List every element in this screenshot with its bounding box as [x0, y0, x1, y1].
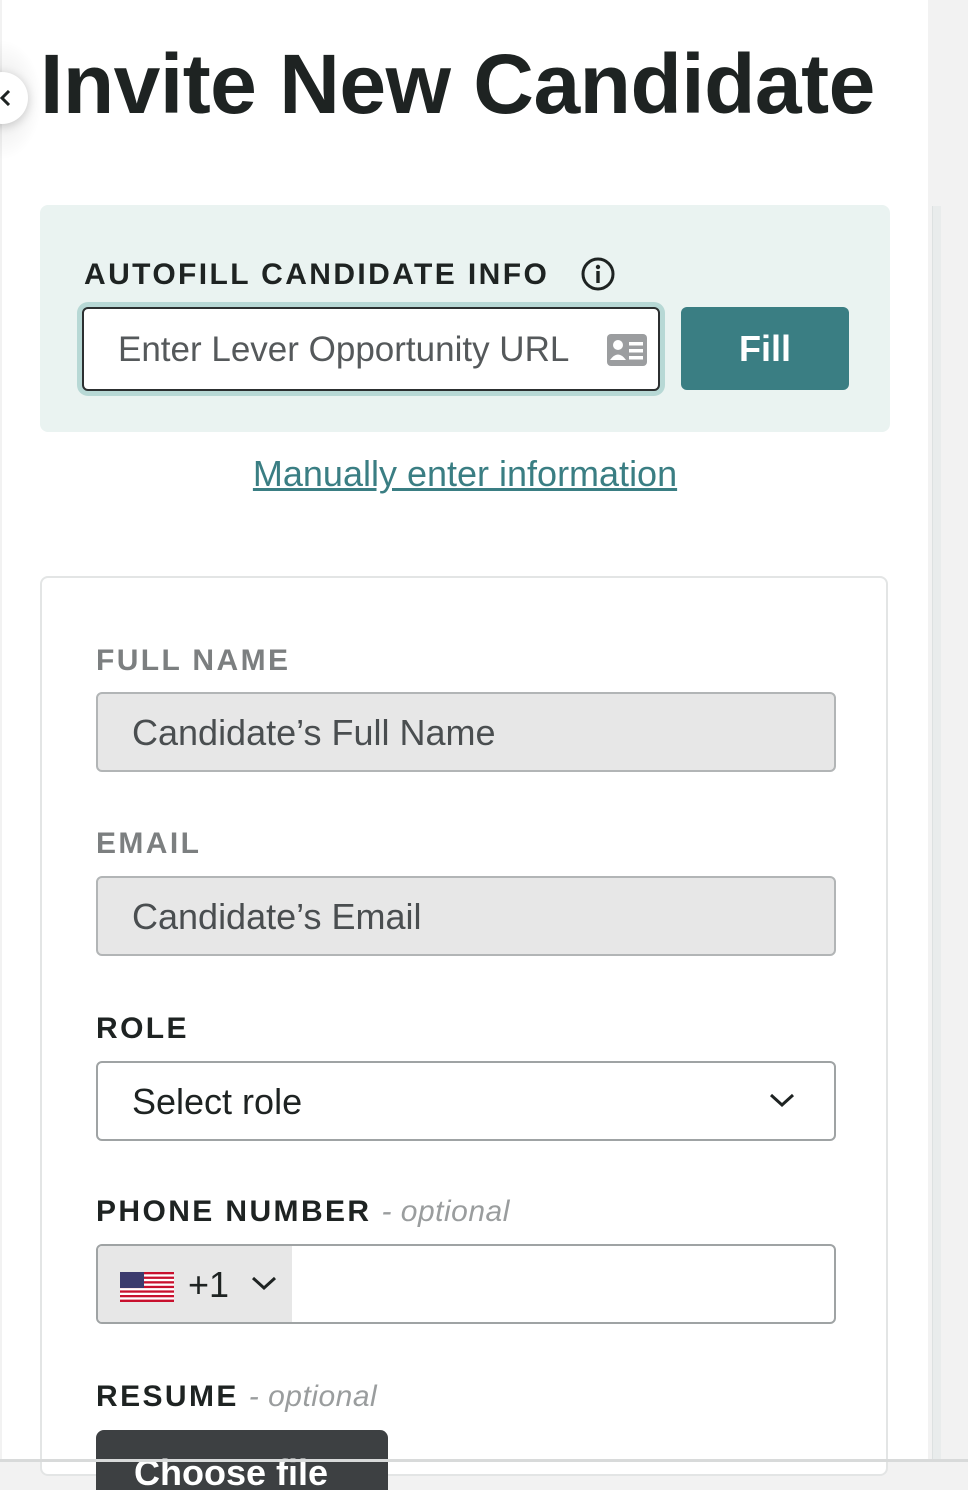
resume-label-text: RESUME — [96, 1380, 239, 1413]
lever-url-placeholder: Enter Lever Opportunity URL — [118, 330, 570, 369]
contact-card-icon[interactable] — [606, 333, 648, 367]
resume-label: RESUME - optional — [96, 1380, 377, 1414]
right-panel-edge — [932, 206, 941, 1462]
email-field[interactable]: Candidate’s Email — [96, 876, 836, 956]
chevron-down-icon — [251, 1276, 277, 1291]
country-code: +1 — [188, 1264, 230, 1305]
resume-optional-text: - optional — [248, 1380, 378, 1413]
autofill-panel: AUTOFILL CANDIDATE INFO Enter Lever Oppo… — [40, 205, 890, 432]
page-title: Invite New Candidate — [40, 37, 875, 131]
phone-optional-text: - optional — [381, 1195, 510, 1228]
country-code-selector[interactable]: +1 — [98, 1246, 292, 1322]
chevron-down-icon — [769, 1093, 795, 1108]
info-circle-icon[interactable] — [580, 256, 616, 292]
role-selected-value: Select role — [132, 1081, 303, 1122]
invite-candidate-page: Invite New Candidate AUTOFILL CANDIDATE … — [0, 0, 941, 1490]
phone-field: +1 — [96, 1244, 836, 1324]
phone-label-text: PHONE NUMBER — [96, 1195, 372, 1228]
manual-entry-link[interactable]: Manually enter information — [2, 452, 928, 496]
us-flag-icon — [120, 1272, 174, 1302]
phone-label: PHONE NUMBER - optional — [96, 1195, 510, 1229]
email-placeholder: Candidate’s Email — [132, 896, 422, 937]
full-name-field[interactable]: Candidate’s Full Name — [96, 692, 836, 772]
candidate-form: FULL NAME Candidate’s Full Name EMAIL Ca… — [40, 576, 888, 1490]
choose-file-label: Choose file — [134, 1452, 329, 1490]
role-select[interactable]: Select role — [96, 1061, 836, 1141]
chevron-left-icon — [0, 90, 11, 106]
full-name-placeholder: Candidate’s Full Name — [132, 712, 496, 753]
role-label: ROLE — [96, 1012, 189, 1045]
lever-url-input[interactable]: Enter Lever Opportunity URL — [82, 307, 660, 391]
email-label: EMAIL — [96, 827, 202, 860]
full-name-label: FULL NAME — [96, 644, 291, 677]
fill-button[interactable]: Fill — [681, 307, 849, 390]
autofill-label: AUTOFILL CANDIDATE INFO — [84, 258, 550, 291]
